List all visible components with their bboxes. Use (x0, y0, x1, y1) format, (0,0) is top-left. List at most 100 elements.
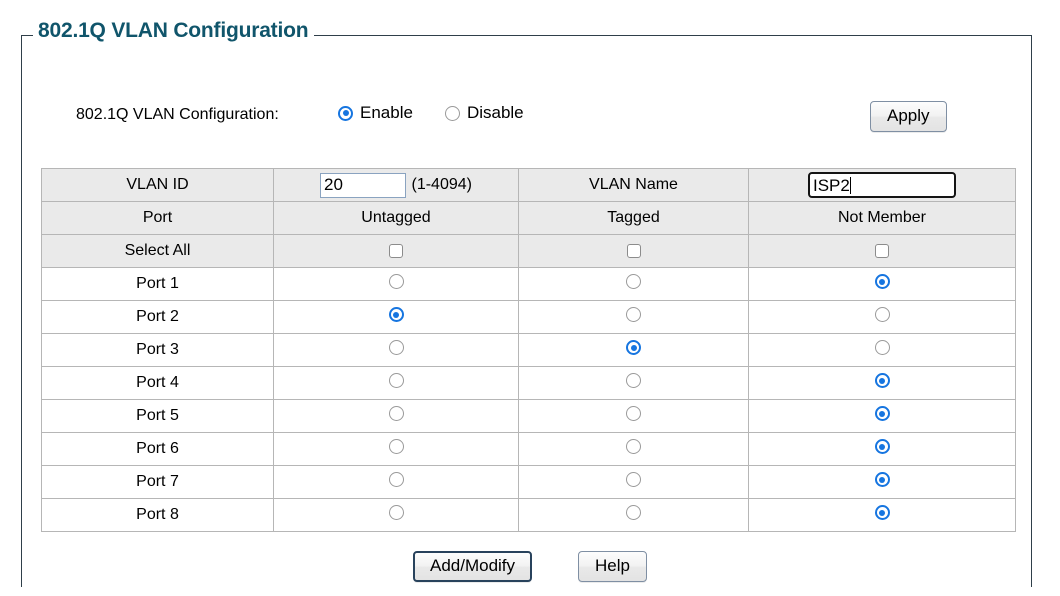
cell-tagged (518, 300, 749, 334)
vlan-name-value: ISP2 (813, 175, 850, 195)
cell-not-member (748, 300, 1016, 334)
port-label: Port 8 (41, 498, 274, 532)
radio-disable-icon[interactable] (444, 105, 460, 121)
cell-not-member (748, 399, 1016, 433)
port-label: Port 5 (41, 399, 274, 433)
table-row: Port 3 (41, 333, 1016, 367)
port-label: Port 6 (41, 432, 274, 466)
radio-not-member-port-2-icon[interactable] (874, 307, 890, 322)
vlan-name-label: VLAN Name (518, 168, 749, 202)
radio-tagged-port-5-icon[interactable] (626, 406, 641, 421)
radio-tagged-port-6-icon[interactable] (626, 439, 641, 454)
cell-untagged (273, 267, 519, 301)
select-all-tagged-cell (518, 234, 749, 268)
vlan-id-range-hint: (1-4094) (411, 176, 472, 193)
vlan-port-table: VLAN ID (1-4094) VLAN Name ISP2 Port Unt… (41, 168, 1016, 532)
cell-tagged (518, 498, 749, 532)
vlan-name-cell: ISP2 (748, 168, 1016, 202)
cell-untagged (273, 366, 519, 400)
cell-not-member (748, 366, 1016, 400)
radio-tagged-port-2-icon[interactable] (626, 307, 641, 322)
footer-button-bar: Add/Modify Help (0, 551, 1060, 582)
radio-untagged-port-7-icon[interactable] (388, 472, 404, 487)
radio-not-member-port-3-icon[interactable] (874, 340, 890, 355)
radio-tagged-port-8-icon[interactable] (626, 505, 641, 520)
port-label: Port 1 (41, 267, 274, 301)
vlan-enable-radio-group: Enable Disable (338, 103, 524, 123)
table-row: Port 7 (41, 465, 1016, 499)
radio-not-member-port-5-icon[interactable] (874, 406, 890, 421)
radio-untagged-port-2-icon[interactable] (388, 307, 404, 322)
select-all-untagged-cell (273, 234, 519, 268)
cell-not-member (748, 333, 1016, 367)
radio-option-enable[interactable]: Enable (338, 103, 413, 123)
select-all-row: Select All (41, 234, 1016, 268)
radio-not-member-port-4-icon[interactable] (874, 373, 890, 388)
table-row: Port 8 (41, 498, 1016, 532)
table-row: Port 1 (41, 267, 1016, 301)
cell-tagged (518, 465, 749, 499)
radio-option-disable[interactable]: Disable (444, 103, 524, 123)
column-header-untagged: Untagged (273, 201, 519, 235)
select-all-not-member-checkbox[interactable] (875, 243, 889, 258)
text-cursor (849, 176, 851, 194)
radio-tagged-port-4-icon[interactable] (626, 373, 641, 388)
table-header-row: Port Untagged Tagged Not Member (41, 201, 1016, 235)
table-row: Port 5 (41, 399, 1016, 433)
radio-not-member-port-8-icon[interactable] (874, 505, 890, 520)
select-all-label: Select All (41, 234, 274, 268)
port-label: Port 7 (41, 465, 274, 499)
table-row: Port 2 (41, 300, 1016, 334)
radio-untagged-port-3-icon[interactable] (388, 340, 404, 355)
port-rows-body: Port 1 Port 2 Port 3 Port 4 Port 5 Port 6 Port… (41, 267, 1016, 532)
help-button[interactable]: Help (578, 551, 647, 582)
cell-untagged (273, 432, 519, 466)
cell-not-member (748, 465, 1016, 499)
cell-tagged (518, 333, 749, 367)
column-header-not-member: Not Member (748, 201, 1016, 235)
cell-untagged (273, 333, 519, 367)
cell-tagged (518, 399, 749, 433)
cell-untagged (273, 300, 519, 334)
cell-tagged (518, 267, 749, 301)
vlan-id-cell: (1-4094) (273, 168, 519, 202)
select-all-untagged-checkbox[interactable] (389, 243, 403, 258)
radio-untagged-port-5-icon[interactable] (388, 406, 404, 421)
radio-enable-icon[interactable] (338, 105, 353, 121)
cell-not-member (748, 267, 1016, 301)
radio-untagged-port-6-icon[interactable] (388, 439, 404, 454)
radio-not-member-port-6-icon[interactable] (874, 439, 890, 454)
radio-untagged-port-1-icon[interactable] (388, 274, 404, 289)
radio-not-member-port-1-icon[interactable] (874, 274, 890, 289)
radio-untagged-port-8-icon[interactable] (388, 505, 404, 520)
cell-untagged (273, 498, 519, 532)
port-label: Port 3 (41, 333, 274, 367)
radio-tagged-port-3-icon[interactable] (626, 340, 641, 355)
vlan-config-label: 802.1Q VLAN Configuration: (76, 106, 279, 123)
page-title: 802.1Q VLAN Configuration (33, 18, 315, 44)
vlan-id-input[interactable] (320, 172, 407, 198)
cell-tagged (518, 366, 749, 400)
radio-disable-label: Disable (466, 103, 524, 122)
cell-not-member (748, 498, 1016, 532)
table-row: Port 4 (41, 366, 1016, 400)
cell-not-member (748, 432, 1016, 466)
column-header-tagged: Tagged (518, 201, 749, 235)
add-modify-button[interactable]: Add/Modify (412, 551, 533, 582)
select-all-not-member-cell (748, 234, 1016, 268)
select-all-tagged-checkbox[interactable] (626, 243, 641, 258)
radio-tagged-port-1-icon[interactable] (626, 274, 641, 289)
cell-untagged (273, 465, 519, 499)
apply-button[interactable]: Apply (870, 101, 947, 132)
vlan-identity-row: VLAN ID (1-4094) VLAN Name ISP2 (41, 168, 1016, 202)
vlan-name-input[interactable]: ISP2 (808, 172, 956, 198)
radio-enable-label: Enable (360, 103, 413, 122)
radio-untagged-port-4-icon[interactable] (388, 373, 404, 388)
radio-not-member-port-7-icon[interactable] (874, 472, 890, 487)
cell-untagged (273, 399, 519, 433)
table-row: Port 6 (41, 432, 1016, 466)
port-label: Port 4 (41, 366, 274, 400)
cell-tagged (518, 432, 749, 466)
vlan-id-label: VLAN ID (41, 168, 274, 202)
radio-tagged-port-7-icon[interactable] (626, 472, 641, 487)
